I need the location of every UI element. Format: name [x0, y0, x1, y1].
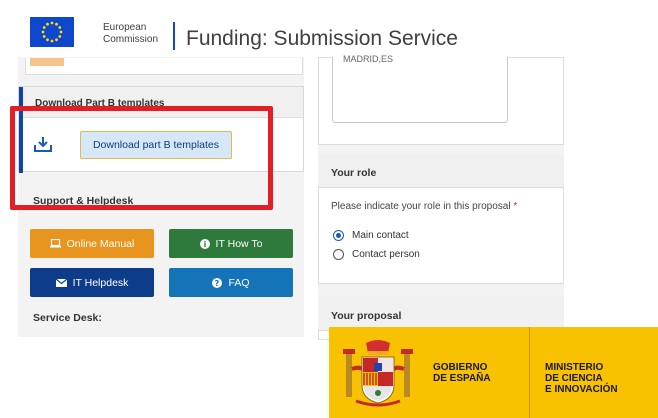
spain-coat-of-arms-icon: [342, 339, 414, 409]
envelope-icon: [55, 278, 67, 287]
ministerio-line-2: DE CIENCIA: [545, 373, 603, 384]
required-marker: *: [513, 201, 518, 212]
svg-text:?: ?: [215, 279, 220, 288]
address-value: MADRID,ES: [343, 54, 394, 64]
highlight-box: [10, 106, 273, 210]
online-manual-button[interactable]: Online Manual: [30, 229, 154, 258]
service-desk-label: Service Desk:: [33, 312, 102, 324]
org-line-2: Commission: [103, 34, 159, 45]
site-header: European Commission Funding: Submission …: [0, 0, 658, 58]
gobierno-text: GOBIERNO DE ESPAÑA: [433, 362, 491, 384]
partial-card-top: [25, 58, 303, 75]
header-divider: [173, 22, 175, 50]
ministerio-text: MINISTERIO DE CIENCIA E INNOVACIÓN: [545, 362, 618, 395]
it-helpdesk-label: IT Helpdesk: [72, 276, 129, 289]
org-name: European Commission: [103, 22, 158, 46]
page: European Commission Funding: Submission …: [0, 0, 658, 418]
role-question: Please indicate your role in this propos…: [331, 201, 517, 212]
it-helpdesk-button[interactable]: IT Helpdesk: [30, 268, 154, 297]
role-question-text: Please indicate your role in this propos…: [331, 201, 511, 212]
it-how-to-label: IT How To: [215, 237, 263, 250]
eu-flag-icon[interactable]: [30, 17, 74, 47]
role-card-title: Your role: [331, 167, 377, 179]
contact-person-label[interactable]: Contact person: [352, 249, 420, 260]
main-contact-radio[interactable]: [333, 230, 344, 241]
it-how-to-button[interactable]: IT How To: [169, 229, 293, 258]
org-line-1: European: [103, 22, 147, 33]
laptop-icon: [49, 239, 61, 248]
banner-divider: [529, 327, 530, 418]
faq-button[interactable]: ? FAQ: [169, 268, 293, 297]
faq-label: FAQ: [228, 276, 250, 289]
contact-person-radio[interactable]: [333, 249, 344, 260]
address-field[interactable]: [332, 57, 508, 123]
main-contact-label[interactable]: Main contact: [352, 230, 409, 241]
ministerio-line-3: E INNOVACIÓN: [545, 384, 618, 395]
info-icon: [199, 238, 210, 249]
gobierno-line-2: DE ESPAÑA: [433, 373, 491, 384]
online-manual-label: Online Manual: [66, 237, 135, 250]
page-title: Funding: Submission Service: [186, 27, 458, 50]
proposal-card-title: Your proposal: [331, 310, 402, 322]
ministerio-line-1: MINISTERIO: [545, 362, 604, 373]
question-icon: ?: [212, 277, 223, 288]
gobierno-line-1: GOBIERNO: [433, 362, 488, 373]
